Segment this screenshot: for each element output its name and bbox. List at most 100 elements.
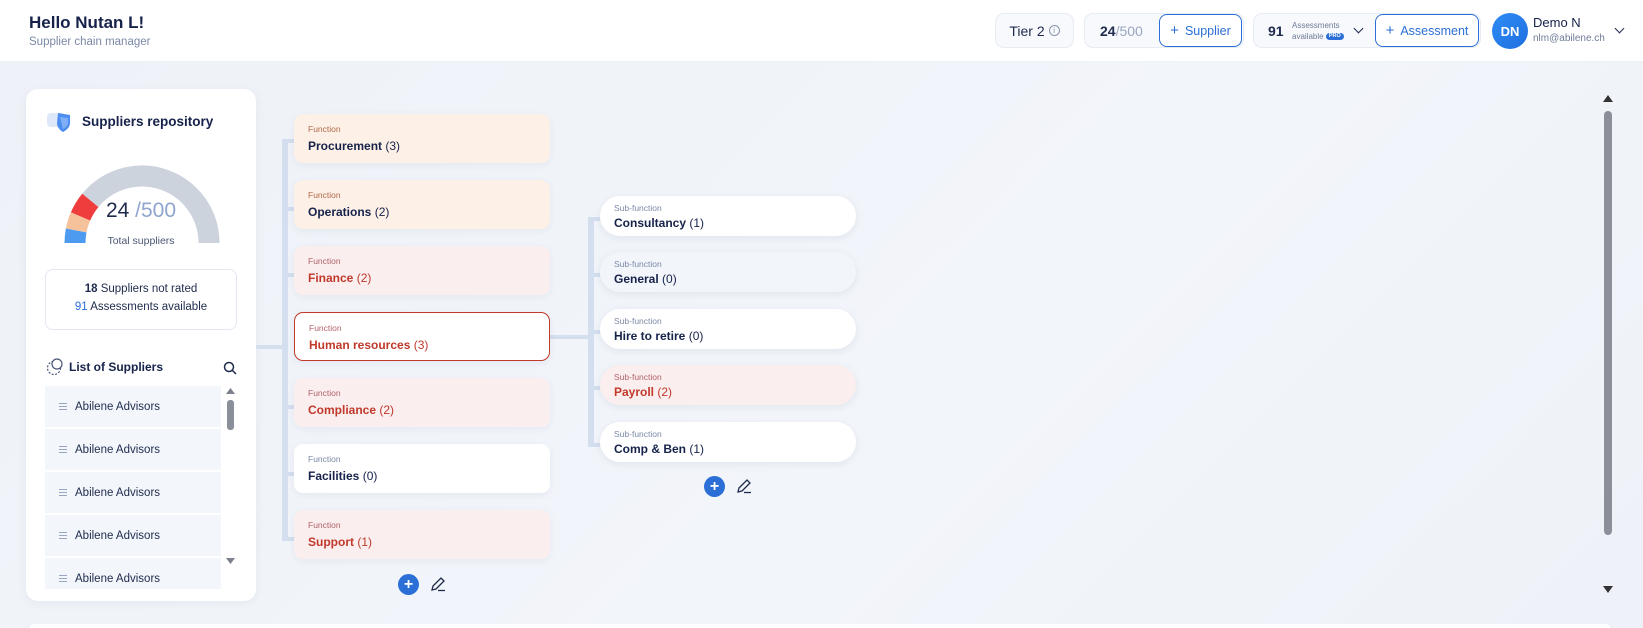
- supplier-list-item[interactable]: Abilene Advisors: [45, 386, 221, 429]
- function-card-finance[interactable]: Function Finance (2): [294, 246, 550, 295]
- function-card-label: Function: [308, 124, 341, 134]
- function-card-label: Function: [308, 256, 341, 266]
- drag-handle-icon[interactable]: [59, 446, 67, 453]
- drag-handle-icon[interactable]: [59, 532, 67, 539]
- subfunction-card-label: Sub-function: [614, 203, 662, 213]
- panel-title: Suppliers repository: [46, 109, 213, 133]
- edit-functions-icon[interactable]: [430, 576, 446, 592]
- supplier-name: Abilene Advisors: [75, 486, 161, 499]
- user-menu-chevron-icon[interactable]: [1614, 23, 1625, 34]
- supplier-list-header: List of Suppliers: [45, 357, 237, 379]
- supplier-list[interactable]: Abilene Advisors Abilene Advisors Abilene …: [45, 386, 221, 589]
- subfunction-card-name: Payroll (2): [614, 385, 673, 399]
- tree-connector: [282, 139, 288, 539]
- gauge-count: 24: [105, 199, 130, 222]
- tree-connector: [588, 217, 600, 221]
- add-function-button[interactable]: +: [398, 574, 419, 595]
- subfunction-card-payroll[interactable]: Sub-function Payroll (2): [600, 365, 856, 405]
- function-card-support[interactable]: Function Support (1): [294, 510, 550, 559]
- chevron-down-icon[interactable]: [1353, 23, 1364, 34]
- tree-connector: [588, 273, 600, 277]
- tree-connector: [282, 139, 294, 143]
- shield-icon: [46, 109, 76, 133]
- function-card-operations[interactable]: Function Operations (2): [294, 180, 550, 229]
- subfunction-card-hire-to-retire[interactable]: Sub-function Hire to retire (0): [600, 309, 856, 349]
- function-card-compliance[interactable]: Function Compliance (2): [294, 378, 550, 427]
- panel-title-text: Suppliers repository: [82, 113, 214, 129]
- assessments-label: Assessments available PRO: [1292, 20, 1344, 42]
- drag-handle-icon[interactable]: [59, 403, 67, 410]
- plus-icon: +: [1385, 22, 1395, 39]
- subfunction-card-consultancy[interactable]: Sub-function Consultancy (1): [600, 196, 856, 236]
- supplier-name: Abilene Advisors: [75, 400, 161, 413]
- greeting-title: Hello Nutan L!: [29, 13, 145, 32]
- function-card-name: Compliance (2): [308, 403, 395, 417]
- tree-connector: [282, 273, 294, 277]
- supplier-list-item[interactable]: Abilene Advisors: [45, 558, 221, 589]
- list-title: List of Suppliers: [69, 360, 164, 374]
- user-email: nlm@abilene.ch: [1533, 33, 1605, 44]
- supplier-count: 24: [1100, 23, 1116, 39]
- supplier-list-item[interactable]: Abilene Advisors: [45, 472, 221, 515]
- add-assessment-button[interactable]: + Assessment: [1375, 14, 1479, 47]
- function-card-facilities[interactable]: Function Facilities (0): [294, 444, 550, 493]
- function-card-human-resources[interactable]: Function Human resources (3): [294, 312, 550, 361]
- edit-subfunctions-icon[interactable]: [736, 478, 752, 494]
- bottom-panel-edge: [30, 624, 1610, 628]
- tree-connector: [282, 405, 294, 409]
- add-supplier-button[interactable]: + Supplier: [1159, 14, 1242, 47]
- gauge-label: Total suppliers: [107, 235, 175, 247]
- info-icon[interactable]: i: [1048, 25, 1060, 36]
- tree-connector: [588, 386, 600, 390]
- function-card-label: Function: [309, 323, 342, 333]
- supplier-capacity: 24/500 + Supplier: [1084, 13, 1244, 48]
- subfunction-card-label: Sub-function: [614, 372, 662, 382]
- subfunction-card-name: General (0): [614, 272, 677, 286]
- subfunction-card-name: Comp & Ben (1): [614, 442, 705, 456]
- function-card-label: Function: [308, 190, 341, 200]
- function-card-name: Support (1): [308, 535, 373, 549]
- supplier-list-scrollbar[interactable]: [224, 386, 237, 589]
- supplier-stats: 18 Suppliers not rated 91 Assessments av…: [45, 269, 237, 330]
- assessments-label-line2: available: [1292, 32, 1324, 41]
- drag-handle-icon[interactable]: [59, 575, 67, 582]
- greeting-block: Hello Nutan L! Supplier chain manager: [29, 13, 150, 48]
- search-icon[interactable]: [223, 361, 237, 375]
- pro-badge: PRO: [1325, 33, 1344, 41]
- subfunction-card-label: Sub-function: [614, 316, 662, 326]
- drag-handle-icon[interactable]: [59, 489, 67, 496]
- subfunction-card-comp-ben[interactable]: Sub-function Comp & Ben (1): [600, 422, 856, 462]
- function-card-label: Function: [308, 388, 341, 398]
- avatar[interactable]: DN: [1492, 13, 1528, 49]
- suppliers-repository-panel: Suppliers repository 24 /500 Total suppl…: [26, 89, 256, 601]
- main-scrollbar[interactable]: [1601, 93, 1615, 596]
- assessments-available-count: 91: [74, 301, 88, 313]
- not-rated-line: 18 Suppliers not rated: [46, 283, 236, 295]
- function-card-label: Function: [308, 454, 341, 464]
- add-supplier-label: Supplier: [1184, 23, 1231, 38]
- supplier-name: Abilene Advisors: [75, 443, 161, 456]
- suppliers-list-icon: [46, 358, 63, 376]
- tree-connector: [282, 472, 294, 476]
- function-card-procurement[interactable]: Function Procurement (3): [294, 114, 550, 163]
- add-subfunction-button[interactable]: +: [704, 476, 725, 497]
- function-card-name: Human resources (3): [309, 338, 429, 352]
- tier-label: Tier 2: [1009, 22, 1045, 39]
- supplier-list-item[interactable]: Abilene Advisors: [45, 429, 221, 472]
- subfunction-card-label: Sub-function: [614, 429, 662, 439]
- tree-connector: [256, 345, 282, 349]
- user-name[interactable]: Demo N: [1533, 15, 1581, 30]
- function-card-name: Finance (2): [308, 271, 372, 285]
- tree-connector: [588, 330, 600, 334]
- greeting-subtitle: Supplier chain manager: [29, 36, 151, 48]
- assessments-label-line1: Assessments: [1292, 21, 1340, 30]
- gauge-max: /500: [135, 199, 177, 222]
- tree-connector: [282, 537, 294, 541]
- subfunction-card-general[interactable]: Sub-function General (0): [600, 252, 856, 292]
- top-header: Hello Nutan L! Supplier chain manager Ti…: [0, 0, 1643, 62]
- tier-badge[interactable]: Tier 2 i: [995, 13, 1074, 48]
- function-card-label: Function: [308, 520, 341, 530]
- plus-icon: +: [1170, 22, 1179, 39]
- gauge-number: 24 /500: [26, 199, 256, 223]
- supplier-list-item[interactable]: Abilene Advisors: [45, 515, 221, 558]
